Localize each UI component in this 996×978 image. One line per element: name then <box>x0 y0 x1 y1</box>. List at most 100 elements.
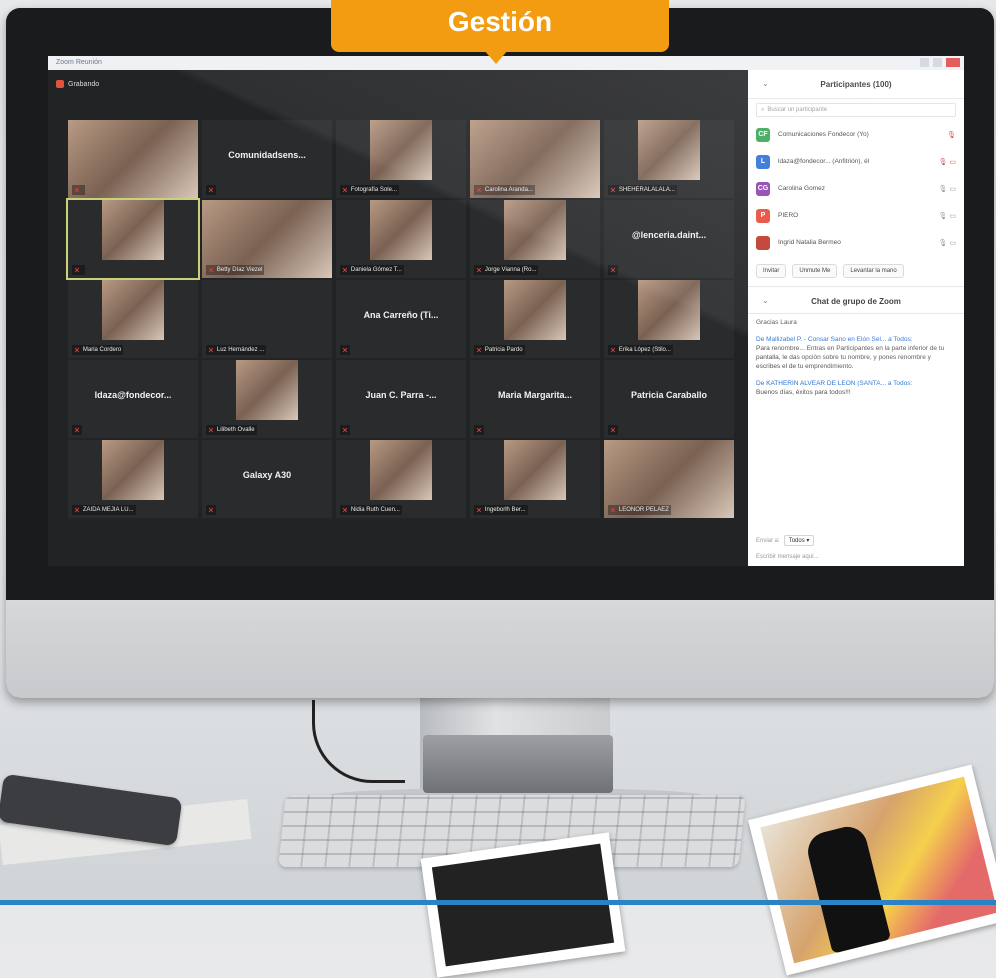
participant-tile[interactable]: Patricia Caraballo ⨯ <box>604 360 734 438</box>
participant-video <box>102 440 164 500</box>
banner: Gestión <box>331 0 669 52</box>
participant-row[interactable]: CF Comunicaciones Fondecor (Yo) 🎙 <box>748 121 964 148</box>
participant-tile[interactable]: ⨯ Carolina Aranda... <box>470 120 600 198</box>
mic-muted-icon: ⨯ <box>610 267 616 274</box>
participant-video <box>370 120 432 180</box>
participant-tile[interactable]: ⨯ Patricia Pardo <box>470 280 600 358</box>
send-to-label: Enviar a: <box>756 537 780 544</box>
participant-tile[interactable]: ⨯ Erika López (Stilo... <box>604 280 734 358</box>
participant-tile[interactable]: @lenceria.daint... ⨯ <box>604 200 734 278</box>
participant-tile[interactable]: ⨯ Nidia Ruth Cuen... <box>336 440 466 518</box>
participant-tile[interactable]: ⨯ SHEHERALALALA... <box>604 120 734 198</box>
chat-message: Gracias Laura <box>756 319 797 326</box>
participant-row[interactable]: Ingrid Natalia Bermeo 🎙 ▭ <box>748 229 964 256</box>
mic-muted-icon: ⨯ <box>208 267 214 274</box>
participant-row[interactable]: CG Carolina Gomez 🎙 ▭ <box>748 175 964 202</box>
participant-display-name: @lenceria.daint... <box>631 230 707 240</box>
participant-tile[interactable]: ldaza@fondecor... ⨯ <box>68 360 198 438</box>
mic-muted-icon: ⨯ <box>74 267 80 274</box>
participant-name: Jorge Vianna (Ro... <box>484 267 537 273</box>
participant-tile[interactable]: Maria Margarita... ⨯ <box>470 360 600 438</box>
participant-video <box>68 120 198 198</box>
participant-name: Maria Cordero <box>82 347 122 353</box>
send-to-select[interactable]: Todos ▾ <box>783 535 815 546</box>
invite-button[interactable]: Invitar <box>756 264 787 278</box>
participant-tile[interactable]: ⨯ Luz Hernández ... <box>202 280 332 358</box>
participant-video <box>102 200 164 260</box>
window-controls <box>920 58 960 67</box>
video-gallery: Grabando ⨯ Comunidadsens... ⨯ ⨯ Fotografía S… <box>48 70 748 566</box>
participant-tile[interactable]: ⨯ LEONOR PELAEZ <box>604 440 734 518</box>
tile-label: ⨯ <box>340 425 350 435</box>
participant-tile[interactable]: Galaxy A30 ⨯ <box>202 440 332 518</box>
photo-print <box>420 832 626 978</box>
participants-panel: ⌄ Participantes (100) ⌕ Buscar un partic… <box>748 70 964 566</box>
participant-tile[interactable]: Comunidadsens... ⨯ <box>202 120 332 198</box>
participant-display-name: Comunidadsens... <box>228 150 306 160</box>
participant-video <box>504 280 566 340</box>
minimize-button[interactable] <box>920 58 929 67</box>
mic-muted-icon: ⨯ <box>476 427 482 434</box>
external-drive <box>423 735 613 793</box>
chat-sender: De Mallizabel P. - Consar Sano en Elón S… <box>756 336 913 343</box>
participant-name: Fotografía Sole... <box>350 187 397 193</box>
raise-hand-button[interactable]: Levantar la mano <box>843 264 904 278</box>
participant-tile[interactable]: ⨯ <box>68 120 198 198</box>
participant-display-name: ldaza@fondecor... <box>94 390 172 400</box>
chat-input[interactable]: Escribir mensaje aquí... <box>756 554 956 560</box>
mic-camera-icon[interactable]: 🎙 <box>947 131 956 139</box>
participant-tile[interactable]: ⨯ Maria Cordero <box>68 280 198 358</box>
participant-tile[interactable]: ⨯ Betty Díaz Viezel <box>202 200 332 278</box>
participant-name: SHEHERALALALA... <box>618 187 675 193</box>
participant-name: Carolina Aranda... <box>484 187 533 193</box>
tile-label: ⨯ SHEHERALALALA... <box>608 185 677 195</box>
participant-tile[interactable]: ⨯ Lilibeth Ovalle <box>202 360 332 438</box>
tile-label: ⨯ <box>72 265 85 275</box>
participant-tile[interactable]: ⨯ Daniela Gómez T... <box>336 200 466 278</box>
participant-tile[interactable]: Ana Carreño (Ti... ⨯ <box>336 280 466 358</box>
participant-row[interactable]: Lldaza@fondecor... (Anfitrión), él 🎙 ▭ <box>748 148 964 175</box>
search-placeholder: Buscar un participante <box>767 107 828 113</box>
participant-name: Lilibeth Ovalle <box>216 427 255 433</box>
send-to-row: Enviar a: Todos ▾ <box>756 535 956 546</box>
participant-name: Betty Díaz Viezel <box>216 267 263 273</box>
tile-label: ⨯ Fotografía Sole... <box>340 185 399 195</box>
mic-camera-icon[interactable]: 🎙 ▭ <box>939 212 956 220</box>
mic-muted-icon: ⨯ <box>74 187 80 194</box>
tile-label: ⨯ <box>474 425 484 435</box>
participant-video <box>638 280 700 340</box>
participant-tile[interactable]: Juan C. Parra -... ⨯ <box>336 360 466 438</box>
participant-name: Nidia Ruth Cuen... <box>350 507 400 513</box>
participant-row[interactable]: P PIERO 🎙 ▭ <box>748 202 964 229</box>
participant-search[interactable]: ⌕ Buscar un participante <box>756 103 956 117</box>
participant-row-name: Ingrid Natalia Bermeo <box>778 239 841 246</box>
screen: Zoom Reunión Grabando ⨯ Comunidadsens... ⨯… <box>48 56 964 566</box>
close-button[interactable] <box>946 58 960 67</box>
participant-name: Luz Hernández ... <box>216 347 265 353</box>
mic-muted-icon: ⨯ <box>74 507 80 514</box>
participant-tile[interactable]: ⨯ Fotografía Sole... <box>336 120 466 198</box>
participant-tile[interactable]: ⨯ Ingeborlh Ber... <box>470 440 600 518</box>
participant-tile[interactable]: ⨯ Jorge Vianna (Ro... <box>470 200 600 278</box>
participant-row-name: ldaza@fondecor... (Anfitrión), él <box>778 158 870 165</box>
tile-label: ⨯ Nidia Ruth Cuen... <box>340 505 402 515</box>
mic-camera-icon[interactable]: 🎙 ▭ <box>939 239 956 247</box>
chat-header: ⌄ Chat de grupo de Zoom <box>748 287 964 314</box>
participant-display-name: Galaxy A30 <box>242 470 292 480</box>
tile-label: ⨯ Betty Díaz Viezel <box>206 265 265 275</box>
mic-camera-icon[interactable]: 🎙 ▭ <box>939 158 956 166</box>
participant-display-name: Maria Margarita... <box>497 390 573 400</box>
recording-label: Grabando <box>68 80 100 88</box>
maximize-button[interactable] <box>933 58 942 67</box>
participant-tile[interactable]: ⨯ <box>66 198 200 280</box>
unmute-me-button[interactable]: Unmute Me <box>792 264 838 278</box>
participant-name: Erika López (Stilo... <box>618 347 671 353</box>
participant-tile[interactable]: ⨯ ZAIDA MEJIA LU... <box>68 440 198 518</box>
tile-label: ⨯ Ingeborlh Ber... <box>474 505 528 515</box>
mic-muted-icon: ⨯ <box>208 427 214 434</box>
mic-camera-icon[interactable]: 🎙 ▭ <box>939 185 956 193</box>
mic-muted-icon: ⨯ <box>610 427 616 434</box>
tile-label: ⨯ <box>206 185 216 195</box>
participant-display-name: Ana Carreño (Ti... <box>363 310 439 320</box>
participant-display-name: Juan C. Parra -... <box>365 390 437 400</box>
